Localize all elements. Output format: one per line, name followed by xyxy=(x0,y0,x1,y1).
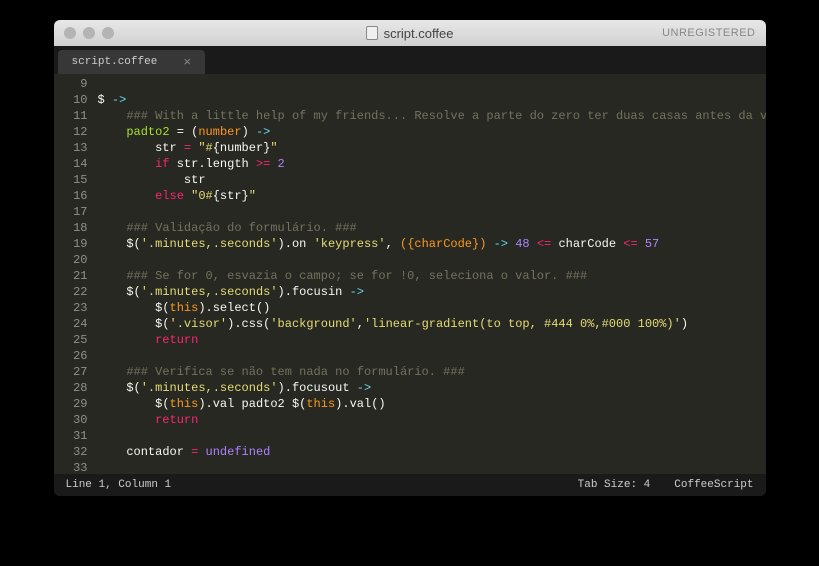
code-line[interactable]: $(this).select() xyxy=(96,300,766,316)
line-number: 26 xyxy=(56,348,88,364)
window-title-text: script.coffee xyxy=(384,26,454,41)
maximize-window-button[interactable] xyxy=(102,27,114,39)
line-number: 24 xyxy=(56,316,88,332)
code-line[interactable]: padto2 = (number) -> xyxy=(96,124,766,140)
code-line[interactable]: $(this).val padto2 $(this).val() xyxy=(96,396,766,412)
code-line[interactable]: return xyxy=(96,332,766,348)
line-number: 27 xyxy=(56,364,88,380)
line-number: 17 xyxy=(56,204,88,220)
line-number: 15 xyxy=(56,172,88,188)
code-line[interactable]: $('.minutes,.seconds').on 'keypress', ({… xyxy=(96,236,766,252)
line-number: 13 xyxy=(56,140,88,156)
line-number: 12 xyxy=(56,124,88,140)
line-number: 10 xyxy=(56,92,88,108)
code-line[interactable]: return xyxy=(96,412,766,428)
window-title: script.coffee xyxy=(366,26,454,41)
line-number: 16 xyxy=(56,188,88,204)
traffic-lights xyxy=(64,27,114,39)
tab-script-coffee[interactable]: script.coffee × xyxy=(58,50,206,74)
line-number: 28 xyxy=(56,380,88,396)
code-line[interactable]: ### Validação do formulário. ### xyxy=(96,220,766,236)
close-icon[interactable]: × xyxy=(183,55,191,70)
line-number: 25 xyxy=(56,332,88,348)
code-line[interactable] xyxy=(96,76,766,92)
line-number: 21 xyxy=(56,268,88,284)
code-line[interactable]: contador = undefined xyxy=(96,444,766,460)
unregistered-label: UNREGISTERED xyxy=(662,27,755,39)
code-line[interactable]: else "0#{str}" xyxy=(96,188,766,204)
syntax-selector[interactable]: CoffeeScript xyxy=(674,479,753,491)
code-line[interactable]: str = "#{number}" xyxy=(96,140,766,156)
line-number: 14 xyxy=(56,156,88,172)
line-number: 19 xyxy=(56,236,88,252)
line-number: 11 xyxy=(56,108,88,124)
line-number: 18 xyxy=(56,220,88,236)
line-number: 20 xyxy=(56,252,88,268)
code-line[interactable]: ### Verifica se não tem nada no formulár… xyxy=(96,364,766,380)
file-icon xyxy=(366,26,378,40)
cursor-position[interactable]: Line 1, Column 1 xyxy=(66,479,172,491)
code-line[interactable]: if str.length >= 2 xyxy=(96,156,766,172)
code-line[interactable]: $('.minutes,.seconds').focusout -> xyxy=(96,380,766,396)
titlebar[interactable]: script.coffee UNREGISTERED xyxy=(54,20,766,46)
close-window-button[interactable] xyxy=(64,27,76,39)
line-number-gutter: 9101112131415161718192021222324252627282… xyxy=(54,74,96,474)
line-number: 22 xyxy=(56,284,88,300)
code-line[interactable]: ### With a little help of my friends... … xyxy=(96,108,766,124)
code-line[interactable] xyxy=(96,348,766,364)
editor-area[interactable]: 9101112131415161718192021222324252627282… xyxy=(54,74,766,474)
code-line[interactable]: str xyxy=(96,172,766,188)
tab-size-selector[interactable]: Tab Size: 4 xyxy=(578,479,651,491)
tabbar: script.coffee × xyxy=(54,46,766,74)
code-line[interactable] xyxy=(96,428,766,444)
line-number: 30 xyxy=(56,412,88,428)
editor-window: script.coffee UNREGISTERED script.coffee… xyxy=(54,20,766,496)
code-line[interactable] xyxy=(96,460,766,474)
statusbar: Line 1, Column 1 Tab Size: 4 CoffeeScrip… xyxy=(54,474,766,496)
line-number: 29 xyxy=(56,396,88,412)
line-number: 32 xyxy=(56,444,88,460)
minimize-window-button[interactable] xyxy=(83,27,95,39)
code-line[interactable]: $('.visor').css('background','linear-gra… xyxy=(96,316,766,332)
line-number: 33 xyxy=(56,460,88,474)
code-line[interactable]: $('.minutes,.seconds').focusin -> xyxy=(96,284,766,300)
tab-label: script.coffee xyxy=(72,56,158,68)
code-line[interactable]: ### Se for 0, esvazia o campo; se for !0… xyxy=(96,268,766,284)
line-number: 31 xyxy=(56,428,88,444)
code-content[interactable]: $ -> ### With a little help of my friend… xyxy=(96,74,766,474)
line-number: 9 xyxy=(56,76,88,92)
code-line[interactable]: $ -> xyxy=(96,92,766,108)
code-line[interactable] xyxy=(96,252,766,268)
code-line[interactable] xyxy=(96,204,766,220)
line-number: 23 xyxy=(56,300,88,316)
